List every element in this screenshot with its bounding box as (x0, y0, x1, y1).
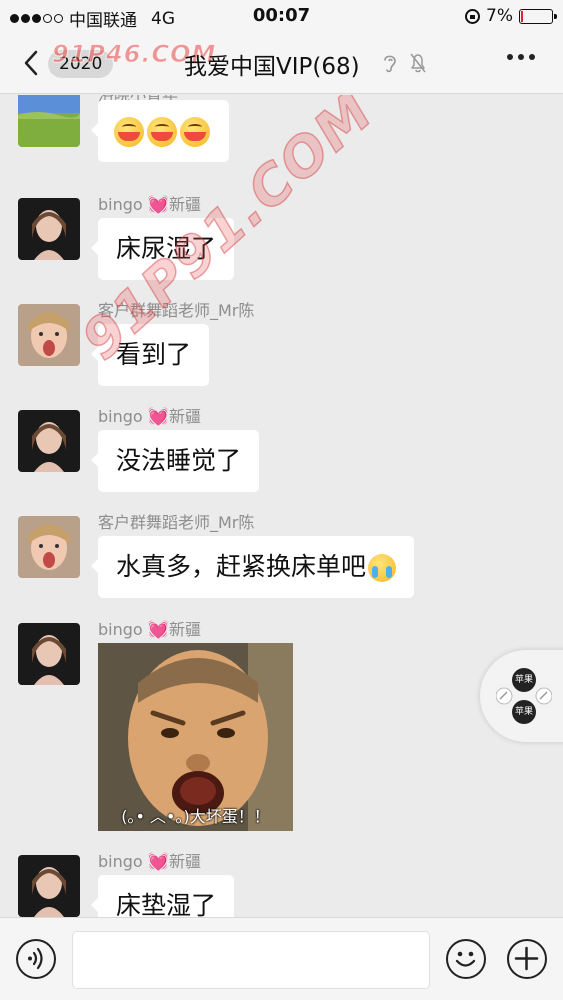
unread-badge[interactable]: 2020 (48, 50, 114, 78)
chat-title: 我爱中国VIP(68) (184, 54, 360, 80)
plus-icon (514, 946, 539, 971)
message-bubble[interactable] (91, 100, 229, 162)
ear-icon (384, 55, 396, 73)
avatar[interactable] (18, 516, 80, 578)
message-list[interactable]: 洛晓小青年 bingo 💓新疆 床尿湿了 客户群舞蹈老师_Mr陈 看到了 bin… (0, 95, 563, 917)
assistive-touch-button[interactable]: 苹果 苹果 (480, 650, 563, 742)
sender-name: bingo 💓新疆 (98, 195, 201, 215)
sender-name: 客户群舞蹈老师_Mr陈 (98, 513, 255, 532)
more-dots-icon (507, 54, 513, 60)
avatar[interactable] (18, 410, 80, 472)
emoji-icon (147, 117, 177, 147)
orientation-lock-icon (465, 8, 481, 24)
battery-percent: 7% (486, 6, 513, 26)
link-icon (496, 687, 552, 705)
sender-name: bingo 💓新疆 (98, 407, 201, 427)
chat-header: 2020 91P46.COM 我爱中国VIP(68) (0, 32, 563, 94)
battery-fill (521, 10, 523, 22)
chevron-left-icon (24, 50, 38, 76)
avatar[interactable] (18, 198, 80, 260)
bell-slash-icon (410, 53, 426, 73)
message-bubble[interactable]: 水真多，赶紧换床单吧 (90, 536, 415, 598)
crying-emoji-icon (368, 554, 397, 582)
message-bubble[interactable]: 没法睡觉了 (90, 430, 260, 492)
voice-button[interactable] (16, 939, 56, 979)
battery-icon (519, 8, 557, 24)
assistive-touch-inner: 苹果 苹果 (496, 668, 552, 724)
message-input[interactable] (72, 931, 430, 989)
more-actions-button[interactable] (507, 939, 547, 979)
avatar[interactable] (18, 623, 80, 685)
voice-icon (28, 947, 43, 970)
title-status-icons (380, 52, 428, 74)
emoji-icon (180, 117, 210, 147)
sender-name: bingo 💓新疆 (98, 852, 201, 872)
sender-name: bingo 💓新疆 (98, 620, 201, 640)
message-text: 水真多，赶紧换床单吧 (116, 552, 367, 581)
avatar[interactable] (18, 95, 80, 147)
sticker-caption: (｡• ︿•｡)大坏蛋！！ (121, 807, 270, 826)
back-button[interactable] (18, 48, 44, 78)
sender-name: 客户群舞蹈老师_Mr陈 (98, 301, 255, 320)
message-bubble[interactable]: 床垫湿了 (90, 875, 235, 917)
sticker-image[interactable]: (｡• ︿•｡)大坏蛋！！ (98, 643, 293, 831)
emoji-button[interactable] (446, 939, 486, 979)
avatar[interactable] (18, 855, 80, 917)
more-button[interactable] (507, 54, 535, 60)
input-bar (0, 917, 563, 1000)
status-right: 7% (465, 6, 557, 26)
message-bubble[interactable]: 床尿湿了 (90, 218, 235, 280)
avatar[interactable] (18, 304, 80, 366)
emoji-icon (114, 117, 144, 147)
status-bar: 中国联通 4G 00:07 7% (0, 0, 563, 32)
smiley-icon (455, 951, 476, 967)
message-bubble[interactable]: 看到了 (90, 324, 210, 386)
